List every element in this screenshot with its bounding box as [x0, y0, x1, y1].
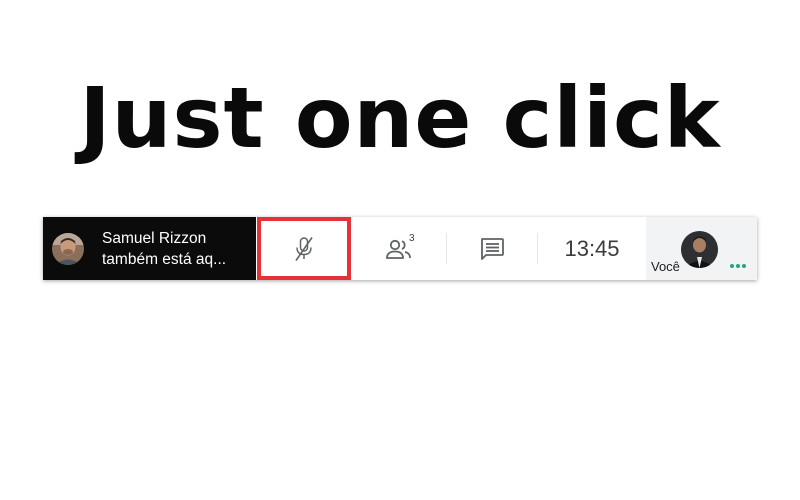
- presence-text: Samuel Rizzon também está aq...: [102, 228, 226, 270]
- self-label: Você: [651, 259, 680, 274]
- dot: [736, 264, 740, 268]
- chat-icon: [481, 237, 504, 260]
- self-view[interactable]: Você: [646, 217, 757, 280]
- participant-avatar: [52, 232, 84, 265]
- self-avatar: [681, 231, 718, 268]
- headline: Just one click: [79, 69, 721, 167]
- participant-name: Samuel Rizzon: [102, 229, 207, 247]
- meeting-control-bar: Samuel Rizzon também está aq... 3 13:45 …: [43, 217, 757, 280]
- participant-count: 3: [409, 233, 415, 244]
- participants-button[interactable]: 3: [351, 217, 446, 280]
- more-dots-icon[interactable]: [730, 264, 746, 268]
- chat-button[interactable]: [447, 217, 537, 280]
- meeting-clock: 13:45: [564, 235, 620, 261]
- dot: [730, 264, 734, 268]
- presence-notification[interactable]: Samuel Rizzon também está aq...: [43, 217, 256, 280]
- mic-off-icon: [295, 236, 313, 261]
- dot: [742, 264, 746, 268]
- participant-status: também está aq...: [102, 250, 227, 268]
- mute-microphone-button[interactable]: [257, 217, 351, 280]
